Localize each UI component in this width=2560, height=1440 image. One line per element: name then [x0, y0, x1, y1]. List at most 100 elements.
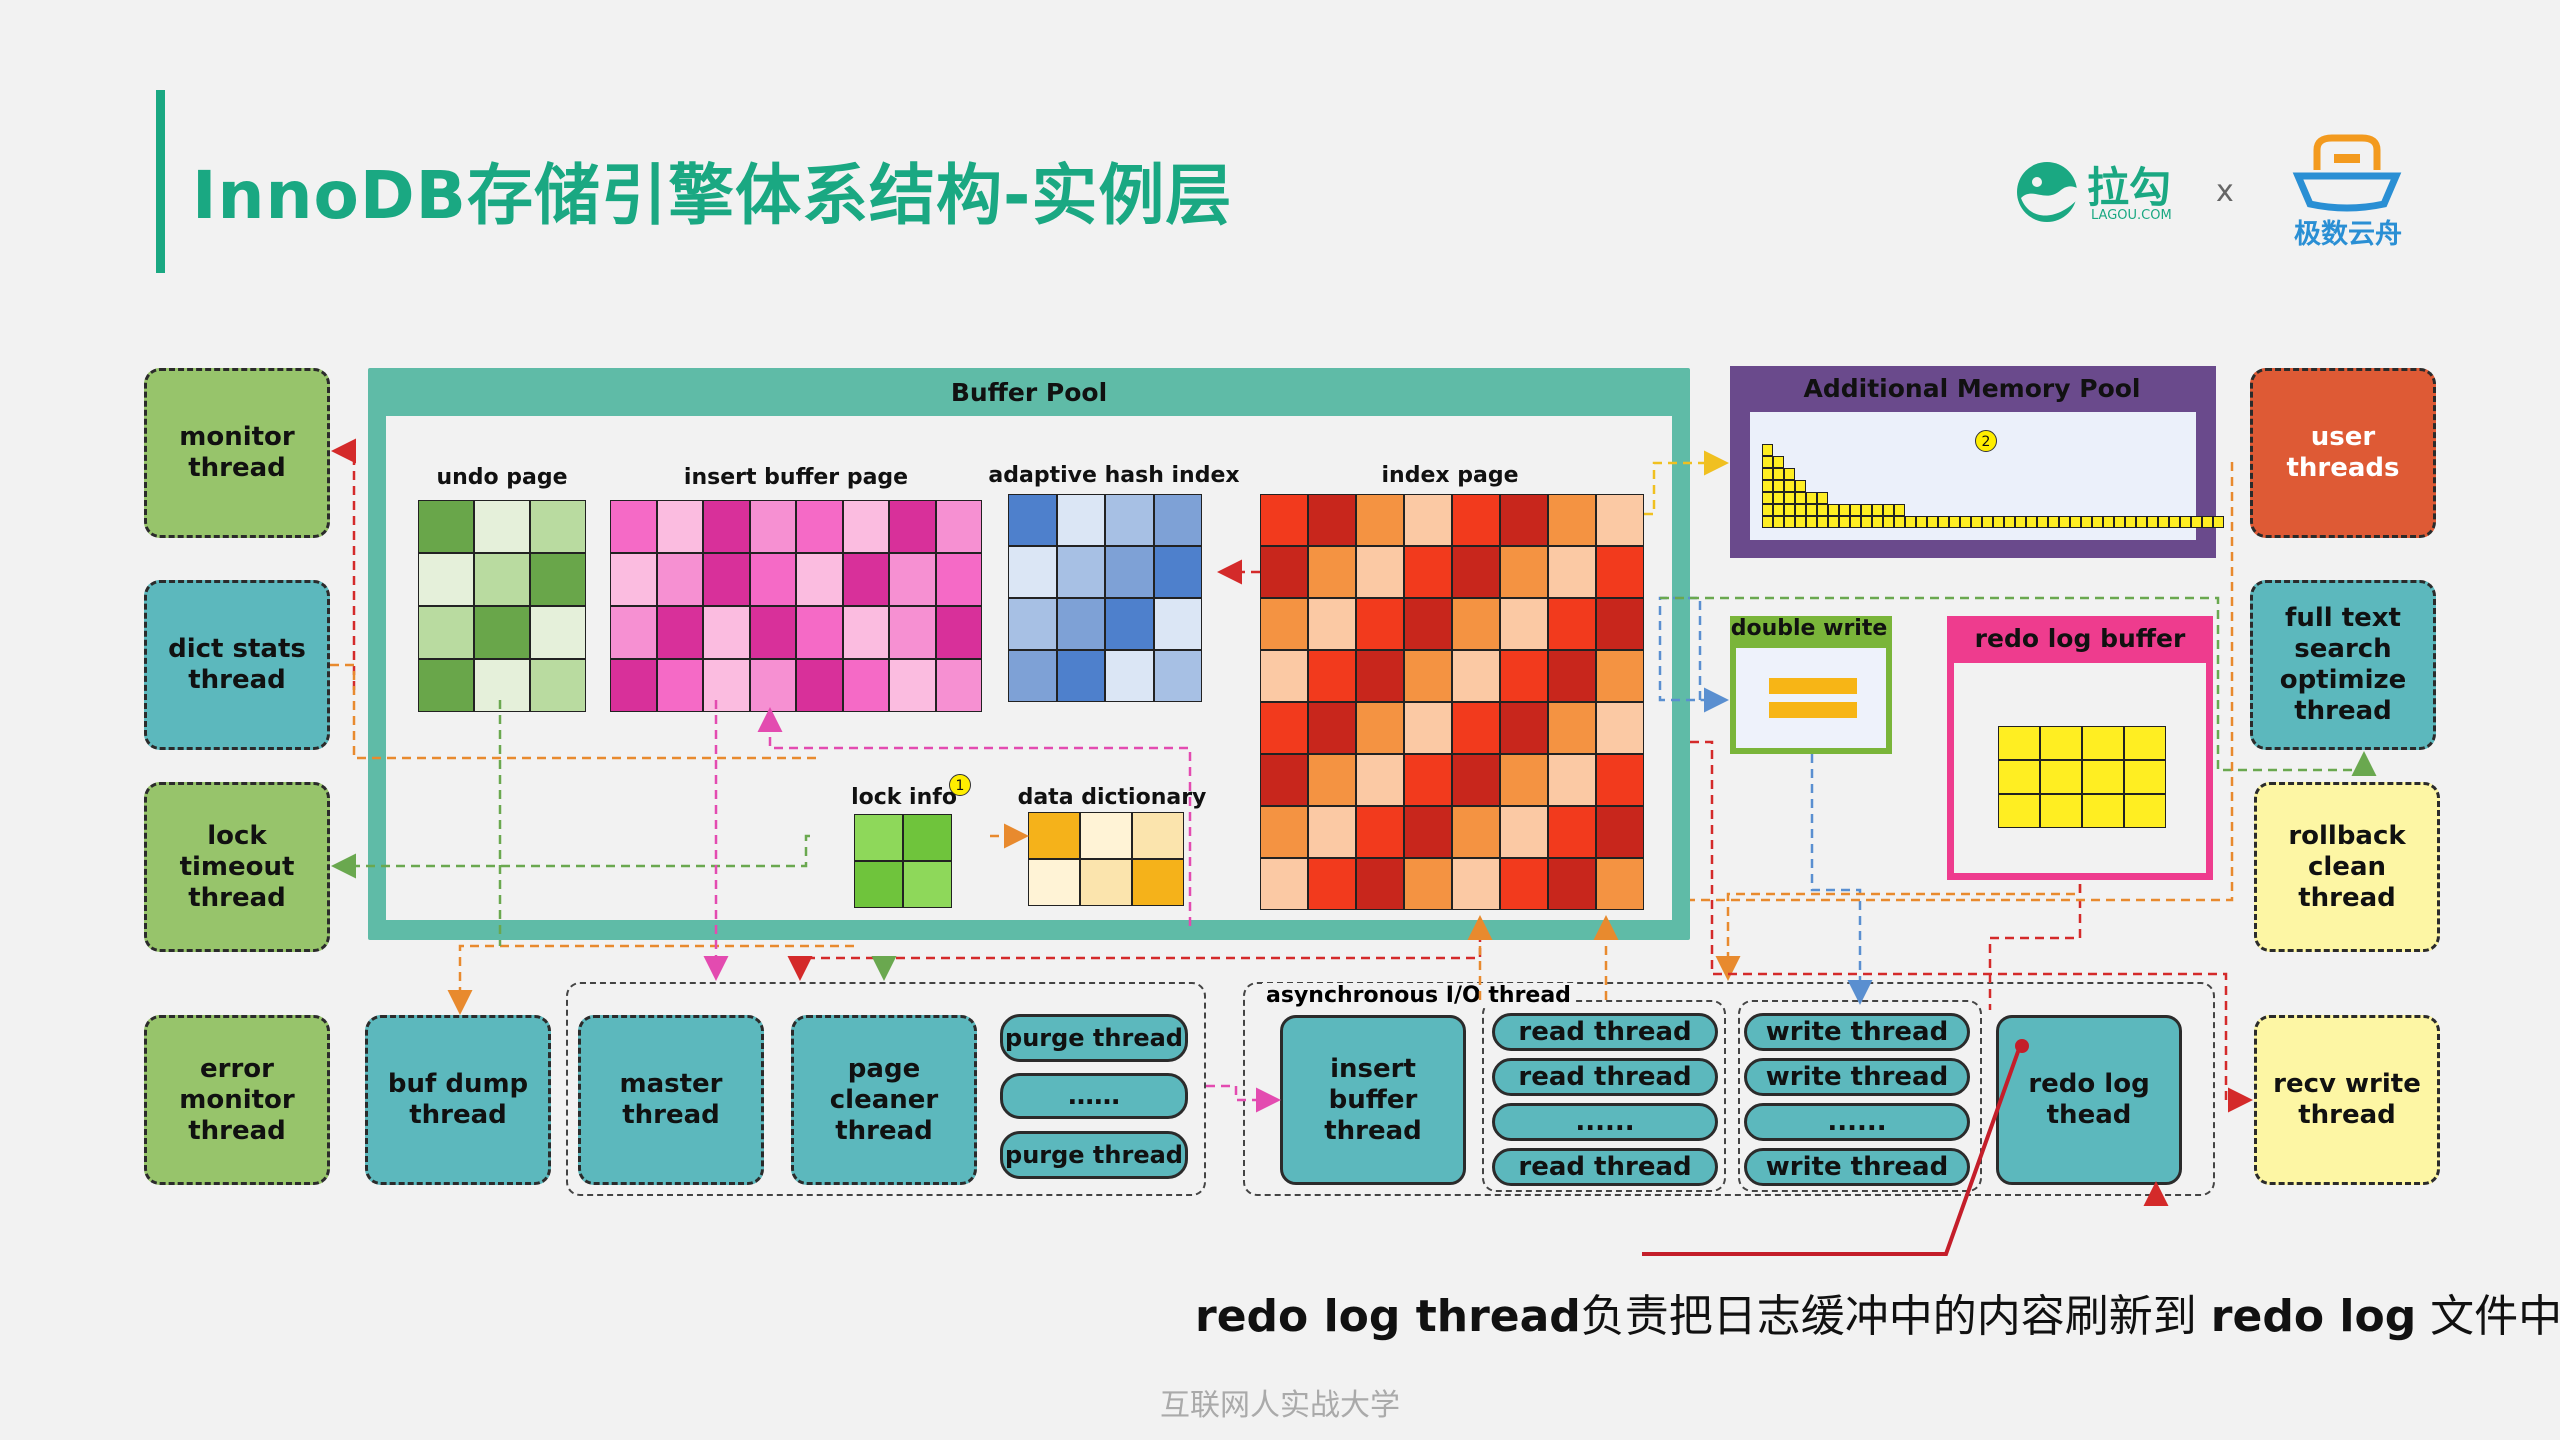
double-write-title: double write	[1730, 616, 1888, 641]
insert-buffer-page-cell	[842, 659, 889, 712]
index-page-cell	[1548, 494, 1596, 546]
insert-buffer-page-cell	[703, 553, 750, 606]
memory-pool-block	[1872, 504, 1883, 516]
arrow-to-monitor	[331, 438, 356, 690]
adaptive-hash-index-cell	[1008, 650, 1057, 702]
read-thread-2: read thread	[1492, 1058, 1718, 1096]
index-page-cell	[1356, 754, 1404, 806]
memory-pool-block	[1762, 456, 1773, 468]
memory-pool-block	[2180, 516, 2191, 528]
lock-info-cell	[854, 814, 903, 861]
memory-pool-block	[1773, 468, 1784, 480]
memory-pool-block	[1773, 504, 1784, 516]
write-thread-2: write thread	[1744, 1058, 1970, 1096]
redo-log-thread: redo log thead	[1996, 1015, 2182, 1185]
undo-page-cell	[474, 500, 530, 553]
monitor-thread: monitor thread	[144, 368, 330, 538]
index-page-cell	[1452, 754, 1500, 806]
index-page-cell	[1596, 598, 1644, 650]
memory-pool-block	[1971, 516, 1982, 528]
index-page-cell	[1356, 598, 1404, 650]
index-page-cell	[1356, 494, 1404, 546]
arrow-double-to-write	[1810, 754, 1873, 1005]
insert-buffer-page-cell	[889, 553, 936, 606]
memory-pool-block	[1773, 492, 1784, 504]
caption-text: 负责把日志缓冲中的内容刷新到	[1580, 1291, 2211, 1342]
adaptive-hash-index-cell	[1105, 494, 1154, 546]
insert-buffer-thread: insert buffer thread	[1280, 1015, 1466, 1185]
data-dictionary-cell	[1080, 859, 1132, 906]
memory-pool-block	[1905, 516, 1916, 528]
memory-pool-block	[2147, 516, 2158, 528]
insert-buffer-page-cell	[796, 659, 843, 712]
memory-pool-block	[1795, 516, 1806, 528]
jishu-name: 极数云舟	[2294, 219, 2402, 250]
insert-buffer-page-cell	[889, 606, 936, 659]
index-page-cell	[1308, 806, 1356, 858]
index-page-cell	[1308, 546, 1356, 598]
insert-buffer-page-label: insert buffer page	[683, 465, 909, 490]
insert-buffer-page-cell	[842, 500, 889, 553]
async-io-label: asynchronous I/O thread	[1262, 983, 1575, 1008]
memory-pool-block	[2202, 516, 2213, 528]
memory-pool-block	[1916, 516, 1927, 528]
index-page-cell	[1260, 650, 1308, 702]
insert-buffer-page-cell	[703, 500, 750, 553]
insert-buffer-page-cell	[610, 500, 657, 553]
memory-pool-block	[1806, 504, 1817, 516]
data-dictionary-cell	[1028, 812, 1080, 859]
memory-pool-block	[2037, 516, 2048, 528]
insert-buffer-page-cell	[935, 659, 982, 712]
adaptive-hash-index-cell	[1056, 546, 1105, 598]
full-text-search-optimize-thread: full text search optimize thread	[2250, 580, 2436, 750]
data-dictionary-cell	[1132, 812, 1184, 859]
insert-buffer-page-cell	[610, 659, 657, 712]
index-page-cell	[1308, 702, 1356, 754]
memory-pool-block	[1828, 504, 1839, 516]
jishu-logo: 极数云舟	[2288, 132, 2408, 250]
memory-pool-block	[1795, 504, 1806, 516]
buf-dump-thread: buf dump thread	[365, 1015, 551, 1185]
index-page-cell	[1404, 702, 1452, 754]
memory-pool-block	[2015, 516, 2026, 528]
memory-pool-block	[2059, 516, 2070, 528]
insert-buffer-page-cell	[656, 553, 703, 606]
write-thread-dots: ......	[1744, 1103, 1970, 1141]
lock-info-label: lock info	[851, 785, 957, 810]
memory-pool-block	[1883, 504, 1894, 516]
memory-pool-block	[2004, 516, 2015, 528]
lagou-logo-icon	[2017, 162, 2077, 222]
memory-pool-block	[2026, 516, 2037, 528]
memory-pool-block	[1982, 516, 1993, 528]
memory-pool-block	[1762, 480, 1773, 492]
index-page-cell	[1356, 858, 1404, 910]
lock-info-cell	[903, 861, 952, 908]
insert-buffer-page-cell	[749, 500, 796, 553]
redo-log-buffer-cell	[2040, 794, 2082, 828]
boat-house-icon	[2292, 134, 2402, 212]
memory-pool-block	[2169, 516, 2180, 528]
insert-buffer-page-cell	[796, 500, 843, 553]
memory-pool-block	[1773, 480, 1784, 492]
buffer-pool-title: Buffer Pool	[950, 378, 1108, 407]
memory-pool-block	[2103, 516, 2114, 528]
insert-buffer-page-cell	[703, 659, 750, 712]
memory-pool-block	[1817, 492, 1828, 504]
memory-pool-block	[2081, 516, 2092, 528]
index-page-cell	[1308, 858, 1356, 910]
memory-pool-block	[1784, 516, 1795, 528]
memory-pool-block	[1883, 516, 1894, 528]
memory-pool-block	[1927, 516, 1938, 528]
memory-pool-block	[1817, 504, 1828, 516]
index-page-cell	[1500, 546, 1548, 598]
index-page-cell	[1596, 546, 1644, 598]
index-page-cell	[1452, 702, 1500, 754]
index-page-cell	[1596, 806, 1644, 858]
redo-log-buffer-cell	[2040, 726, 2082, 760]
index-page-cell	[1452, 494, 1500, 546]
undo-page-cell	[530, 606, 586, 659]
memory-pool-block	[1784, 468, 1795, 480]
adaptive-hash-index-cell	[1008, 494, 1057, 546]
index-page-cell	[1404, 494, 1452, 546]
index-page-cell	[1596, 754, 1644, 806]
